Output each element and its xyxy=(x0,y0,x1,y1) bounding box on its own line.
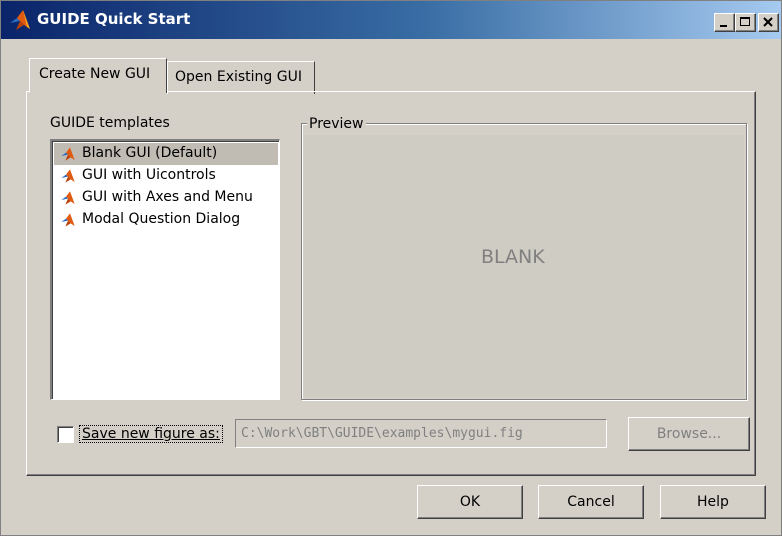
matlab-icon xyxy=(61,169,75,183)
save-figure-label-text: Save new figure as: xyxy=(82,426,220,442)
minimize-icon xyxy=(720,25,727,27)
minimize-button[interactable] xyxy=(714,13,735,32)
tab-label: Create New GUI xyxy=(39,66,151,82)
list-item-label: Blank GUI (Default) xyxy=(82,145,218,161)
matlab-icon xyxy=(10,10,30,30)
matlab-icon xyxy=(61,213,75,227)
browse-button[interactable]: Browse... xyxy=(628,417,750,451)
tab-label: Open Existing GUI xyxy=(175,69,302,85)
list-item[interactable]: GUI with Uicontrols xyxy=(54,165,278,187)
close-icon xyxy=(763,17,773,27)
cancel-button[interactable]: Cancel xyxy=(538,485,644,519)
window-title: GUIDE Quick Start xyxy=(37,10,191,28)
tab-create-new-gui[interactable]: Create New GUI xyxy=(29,58,167,93)
ok-button[interactable]: OK xyxy=(417,485,523,519)
help-button[interactable]: Help xyxy=(660,485,766,519)
templates-heading: GUIDE templates xyxy=(50,115,170,131)
close-button[interactable] xyxy=(758,13,779,32)
list-item-label: GUI with Axes and Menu xyxy=(82,189,253,205)
save-figure-checkbox[interactable] xyxy=(57,426,74,443)
templates-listbox[interactable]: Blank GUI (Default) GUI with Uicontrols … xyxy=(50,139,280,400)
title-bar[interactable]: GUIDE Quick Start xyxy=(1,1,781,39)
save-path-field[interactable]: C:\Work\GBT\GUIDE\examples\mygui.fig xyxy=(235,419,607,448)
save-figure-label[interactable]: Save new figure as: xyxy=(79,425,223,443)
list-item[interactable]: GUI with Axes and Menu xyxy=(54,187,278,209)
matlab-icon xyxy=(61,191,75,205)
maximize-icon xyxy=(740,17,750,26)
guide-quick-start-window: GUIDE Quick Start Create New GUI Open Ex… xyxy=(0,0,782,536)
list-item[interactable]: Modal Question Dialog xyxy=(54,209,278,231)
matlab-icon xyxy=(61,147,75,161)
list-item[interactable]: Blank GUI (Default) xyxy=(54,143,278,165)
maximize-button[interactable] xyxy=(735,13,756,32)
tab-open-existing-gui[interactable]: Open Existing GUI xyxy=(167,61,315,94)
preview-text: BLANK xyxy=(481,246,545,268)
list-item-label: GUI with Uicontrols xyxy=(82,167,216,183)
preview-caption: Preview xyxy=(307,116,366,132)
list-item-label: Modal Question Dialog xyxy=(82,211,241,227)
